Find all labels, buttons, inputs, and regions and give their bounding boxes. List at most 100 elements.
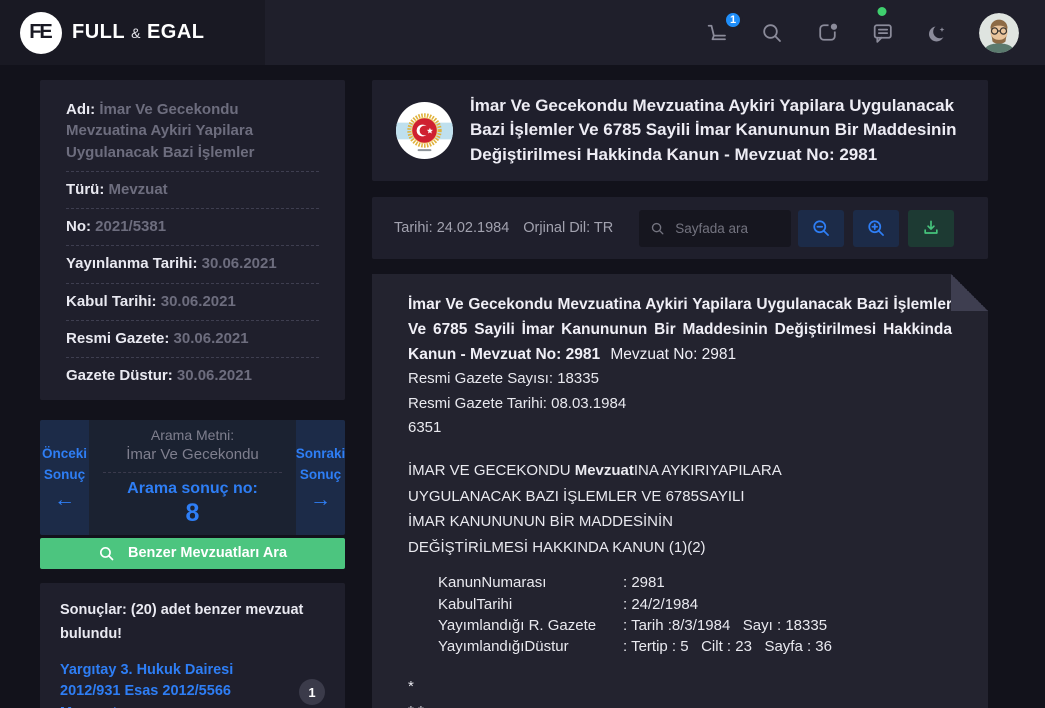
meta-row-number: No: 2021/5381: [66, 209, 319, 246]
meta-row-gazette-code: Gazete Düstur: 30.06.2021: [66, 358, 319, 394]
info-key: KanunNumarası: [438, 572, 623, 593]
info-key: YayımlandığıDüstur: [438, 636, 623, 657]
meta-row-type: Türü: Mevzuat: [66, 172, 319, 209]
page-fold-corner: [951, 274, 988, 311]
document-date: Tarihi: 24.02.1984: [394, 220, 509, 236]
spacer: [408, 657, 952, 675]
top-bar-actions: 1: [265, 0, 1045, 65]
brand-ampersand: &: [131, 25, 141, 41]
cart-button[interactable]: 1: [704, 20, 730, 46]
meta-row-name: Adı: İmar Ve Gecekondu Mevzuatina Aykiri…: [66, 92, 319, 172]
brand-full: FULL: [72, 21, 125, 44]
result-item[interactable]: Yargıtay 3. Hukuk Dairesi 2012/931 Esas …: [60, 647, 325, 708]
dark-mode-toggle[interactable]: [924, 20, 950, 46]
meta-value: 30.06.2021: [174, 330, 249, 347]
law-title-line-1: İMAR VE GECEKONDU MevzuatINA AYKIRIYAPIL…: [408, 458, 952, 484]
meta-value: İmar Ve Gecekondu Mevzuatina Aykiri Yapi…: [66, 101, 254, 161]
result-number-label: Arama sonuç no:: [127, 480, 258, 498]
document-language: Orjinal Dil: TR: [523, 220, 613, 236]
next-result-label-1: Sonraki: [296, 444, 345, 464]
meta-value: 30.06.2021: [202, 255, 277, 272]
avatar-photo: [979, 13, 1019, 53]
download-button[interactable]: [908, 210, 954, 247]
main-panel: İmar Ve Gecekondu Mevzuatina Aykiri Yapi…: [372, 80, 988, 708]
zoom-in-icon: [866, 218, 887, 239]
messages-button[interactable]: [869, 20, 895, 46]
page-search-box[interactable]: [639, 210, 791, 247]
meta-value: 2021/5381: [95, 218, 166, 235]
chat-icon: [870, 20, 895, 45]
previous-result-button[interactable]: Önceki Sonuç ←: [40, 420, 89, 535]
spacer: [408, 440, 952, 458]
meta-row-publish-date: Yayınlanma Tarihi: 30.06.2021: [66, 246, 319, 283]
meta-label: Resmi Gazete:: [66, 330, 169, 347]
notifications-button[interactable]: [814, 20, 840, 46]
gazette-date-line: Resmi Gazete Tarihi: 08.03.1984: [408, 392, 952, 416]
next-result-button[interactable]: Sonraki Sonuç →: [296, 420, 345, 535]
document-title-card: İmar Ve Gecekondu Mevzuatina Aykiri Yapi…: [372, 80, 988, 181]
meta-label: No:: [66, 218, 91, 235]
download-icon: [921, 218, 941, 238]
similar-results-card: Sonuçlar: (20) adet benzer mevzuat bulun…: [40, 583, 345, 708]
law-title-line-4: DEĞİŞTİRİLMESİ HAKKINDA KANUN (1)(2): [408, 535, 952, 561]
info-key: Yayımlandığı R. Gazete: [438, 615, 623, 636]
law-title-line-3: İMAR KANUNUNUN BİR MADDESİNİN: [408, 509, 952, 535]
toolbar-buttons: [798, 210, 954, 247]
arrow-left-icon: ←: [54, 489, 75, 510]
document-heading-suffix: Mevzuat No: 2981: [610, 346, 736, 363]
cart-count-badge: 1: [723, 10, 743, 30]
online-status-dot: [878, 7, 887, 16]
arrow-right-icon: →: [310, 489, 331, 510]
spacer: [408, 560, 952, 572]
results-summary: Sonuçlar: (20) adet benzer mevzuat bulun…: [60, 599, 325, 647]
page-search-input[interactable]: [673, 220, 780, 237]
previous-result-label-2: Sonuç: [44, 465, 85, 485]
top-bar: FE FULL & EGAL 1: [0, 0, 1045, 65]
sidebar: Adı: İmar Ve Gecekondu Mevzuatina Aykiri…: [40, 80, 345, 708]
previous-result-label-1: Önceki: [42, 444, 87, 464]
search-button[interactable]: [759, 20, 785, 46]
law-title-highlight: Mevzuat: [575, 462, 634, 479]
footnotes: * * * Bu Kanunun yürürlükte olmayanhüküm…: [408, 675, 952, 708]
search-query-panel: Arama Metni: İmar Ve Gecekondu Arama son…: [89, 420, 296, 535]
meta-label: Kabul Tarihi:: [66, 293, 157, 310]
zoom-in-button[interactable]: [853, 210, 899, 247]
info-value: : Tertip : 5 Cilt : 23 Sayfa : 36: [623, 636, 832, 657]
page-code-line: 6351: [408, 416, 952, 440]
user-avatar[interactable]: [979, 13, 1019, 53]
document-toolbar: Tarihi: 24.02.1984 Orjinal Dil: TR: [372, 197, 988, 259]
next-result-label-2: Sonuç: [300, 465, 341, 485]
meta-label: Adı:: [66, 101, 95, 118]
search-similar-button[interactable]: Benzer Mevzuatları Ara: [40, 538, 345, 569]
divider: [103, 472, 282, 473]
law-info-row: Yayımlandığı R. Gazete : Tarih :8/3/1984…: [438, 615, 952, 636]
query-label: Arama Metni:: [151, 427, 234, 443]
brand-area: FE FULL & EGAL: [0, 0, 265, 65]
moon-icon: [925, 21, 949, 45]
document-viewer[interactable]: İmar Ve Gecekondu Mevzuatina Aykiri Yapi…: [372, 274, 988, 708]
result-number-value: 8: [186, 499, 200, 528]
zoom-out-button[interactable]: [798, 210, 844, 247]
info-value: : Tarih :8/3/1984 Sayı : 18335: [623, 615, 827, 636]
brand-egal: EGAL: [147, 21, 205, 44]
brand-logo-icon[interactable]: FE: [20, 12, 62, 54]
law-info-row: YayımlandığıDüstur : Tertip : 5 Cilt : 2…: [438, 636, 952, 657]
zoom-out-icon: [811, 218, 832, 239]
law-title-post: INA AYKIRIYAPILARA: [634, 462, 782, 479]
info-key: KabulTarihi: [438, 594, 623, 615]
footnote-line: * *: [408, 700, 952, 708]
page-title: İmar Ve Gecekondu Mevzuatina Aykiri Yapi…: [470, 94, 964, 167]
meta-row-accept-date: Kabul Tarihi: 30.06.2021: [66, 284, 319, 321]
search-similar-label: Benzer Mevzuatları Ara: [128, 545, 287, 561]
info-value: : 24/2/1984: [623, 594, 698, 615]
result-link[interactable]: Yargıtay 3. Hukuk Dairesi 2012/931 Esas …: [60, 660, 287, 708]
brand-name: FULL & EGAL: [72, 21, 205, 44]
query-value: İmar Ve Gecekondu: [126, 446, 259, 463]
meta-label: Yayınlanma Tarihi:: [66, 255, 197, 272]
tbmm-emblem-icon: [396, 102, 453, 159]
meta-value: 30.06.2021: [177, 367, 252, 384]
search-icon: [98, 545, 115, 562]
meta-value: Mevzuat: [109, 181, 168, 198]
meta-label: Türü:: [66, 181, 104, 198]
search-icon: [760, 21, 784, 45]
